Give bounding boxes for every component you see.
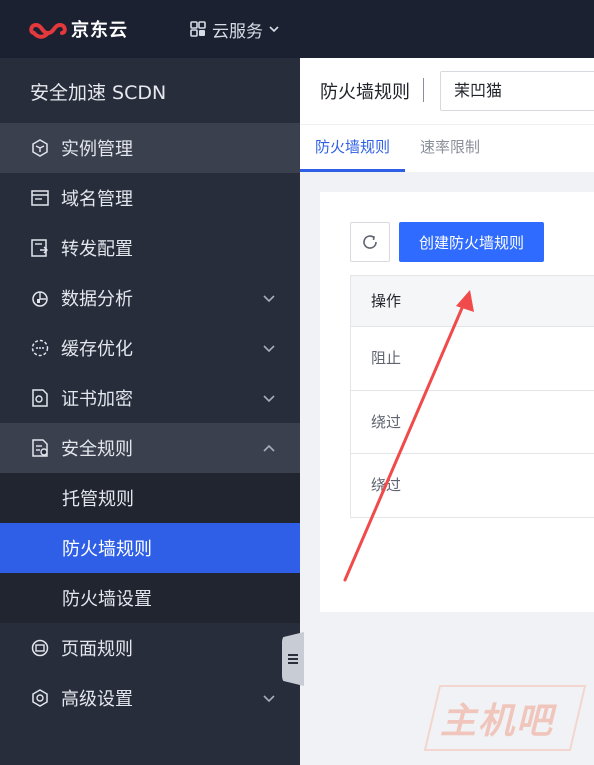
tab-bar: 防火墙规则 速率限制 (300, 124, 594, 172)
create-firewall-rule-button[interactable]: 创建防火墙规则 (399, 222, 544, 262)
sidebar-menu: 实例管理 域名管理 转发配置 数据分析 缓存优化 证书加密 安全规则 托管规则 … (0, 123, 300, 723)
domain-select[interactable]: 茉凹猫 (440, 71, 594, 111)
cloud-services-label: 云服务 (212, 21, 263, 42)
refresh-button[interactable] (350, 222, 390, 262)
table-row: 阻止 (351, 327, 594, 391)
menu-lines-icon (288, 654, 298, 664)
cube-icon (32, 139, 48, 157)
sidebar-item-certificate-encryption[interactable]: 证书加密 (0, 373, 300, 423)
sidebar-item-label: 域名管理 (61, 189, 133, 210)
sidebar-item-forwarding-config[interactable]: 转发配置 (0, 223, 300, 273)
browser-icon (31, 190, 49, 206)
sidebar: 安全加速 SCDN 实例管理 域名管理 转发配置 数据分析 缓存优化 证书加密 … (0, 58, 300, 765)
sidebar-item-advanced-settings[interactable]: 高级设置 (0, 673, 300, 723)
brand-logo[interactable]: 京东云 (28, 14, 128, 44)
page-header: 防火墙规则 茉凹猫 (300, 58, 594, 124)
jdcloud-logo-icon (29, 22, 67, 39)
sidebar-subitem-firewall-settings[interactable]: 防火墙设置 (0, 573, 300, 623)
sidebar-item-label: 数据分析 (61, 289, 133, 310)
sidebar-subitem-firewall-rules[interactable]: 防火墙规则 (0, 523, 300, 573)
chevron-down-icon (263, 345, 275, 353)
chevron-down-icon (263, 395, 275, 403)
sidebar-item-security-rules[interactable]: 安全规则 (0, 423, 300, 473)
sidebar-subitem-label: 防火墙设置 (62, 589, 152, 610)
sidebar-item-label: 转发配置 (61, 239, 133, 260)
sidebar-item-cache-optimization[interactable]: 缓存优化 (0, 323, 300, 373)
sidebar-item-label: 高级设置 (61, 689, 133, 710)
security-doc-icon (32, 439, 48, 457)
table-header-action: 操作 (351, 276, 594, 327)
sidebar-item-label: 页面规则 (61, 639, 133, 660)
brand-name: 京东云 (71, 20, 128, 41)
tab-rate-limit[interactable]: 速率限制 (420, 125, 480, 172)
chevron-down-icon (263, 295, 275, 303)
grid-icon (190, 21, 206, 37)
cloud-services-menu[interactable]: 云服务 (190, 16, 281, 42)
sidebar-item-data-analysis[interactable]: 数据分析 (0, 273, 300, 323)
chevron-down-icon (269, 26, 279, 33)
forward-config-icon (31, 239, 48, 257)
sidebar-subitem-label: 托管规则 (62, 489, 134, 510)
sidebar-item-domain-management[interactable]: 域名管理 (0, 173, 300, 223)
sidebar-subitem-label: 防火墙规则 (62, 539, 152, 560)
top-navigation-bar: 京东云 云服务 (0, 0, 594, 58)
sidebar-item-label: 实例管理 (61, 139, 133, 160)
header-divider (423, 78, 424, 102)
tab-firewall-rules[interactable]: 防火墙规则 (300, 125, 405, 172)
table-row: 绕过 (351, 391, 594, 454)
cache-icon (31, 339, 49, 357)
certificate-icon (32, 389, 48, 407)
chevron-down-icon (263, 695, 275, 703)
page-title: 防火墙规则 (320, 82, 410, 103)
sidebar-item-label: 证书加密 (61, 389, 133, 410)
table-row: 绕过 (371, 476, 402, 494)
sidebar-item-label: 安全规则 (61, 439, 133, 460)
watermark-text: 主机吧 (440, 701, 555, 742)
advanced-settings-icon (32, 689, 48, 707)
sidebar-subitem-managed-rules[interactable]: 托管规则 (0, 473, 300, 523)
rules-panel: 创建防火墙规则 操作 阻止 绕过 绕过 (320, 192, 594, 612)
refresh-icon (363, 235, 377, 249)
sidebar-item-label: 缓存优化 (61, 339, 133, 360)
sidebar-item-page-rules[interactable]: 页面规则 (0, 623, 300, 673)
sidebar-title: 安全加速 SCDN (30, 82, 167, 104)
page-rule-icon (31, 639, 49, 657)
sidebar-item-instance-management[interactable]: 实例管理 (0, 123, 300, 173)
chart-icon (32, 291, 48, 307)
rules-table: 操作 阻止 绕过 绕过 (350, 275, 594, 518)
chevron-up-icon (263, 444, 275, 452)
sidebar-collapse-handle[interactable] (282, 632, 304, 686)
